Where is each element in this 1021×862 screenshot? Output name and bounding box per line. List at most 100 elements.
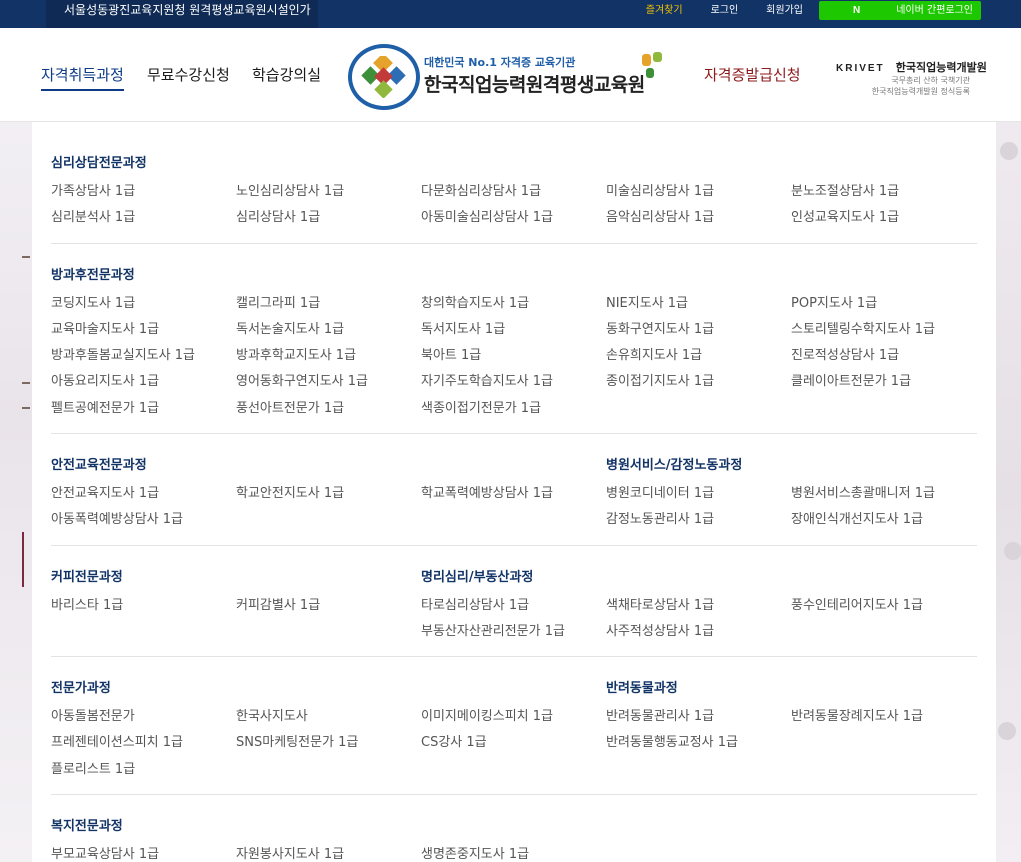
nav-free-enroll[interactable]: 무료수강신청 [147,64,230,85]
krivet-brand: KRIVET [836,63,885,74]
main-header: 자격취득과정 무료수강신청 학습강의실 대한민국 No.1 자격증 교육기관 한… [0,28,1021,122]
section-divider [51,794,977,795]
login-link[interactable]: 로그인 [711,0,739,22]
course-link[interactable]: 반려동물장례지도사 1급 [791,705,923,724]
course-link[interactable]: 방과후돌봄교실지도사 1급 [51,344,195,363]
course-link[interactable]: 펠트공예전문가 1급 [51,397,159,416]
favorites-link[interactable]: 즐겨찾기 [646,0,683,22]
section-title-expert: 전문가과정 [51,681,111,696]
course-link[interactable]: 아동돌봄전문가 [51,705,135,724]
naver-icon: N [852,4,861,16]
krivet-sub1: 국무총리 산하 국책기관 [891,76,970,85]
course-link[interactable]: 학교폭력예방상담사 1급 [421,482,553,501]
course-link[interactable]: 병원코디네이터 1급 [606,482,714,501]
course-link[interactable]: 영어동화구연지도사 1급 [236,370,368,389]
logo-mosaic-icon [361,56,406,98]
nav-classroom[interactable]: 학습강의실 [252,64,321,85]
course-link[interactable]: 장애인식개선지도사 1급 [791,508,923,527]
course-link[interactable]: 아동폭력예방상담사 1급 [51,508,183,527]
course-link[interactable]: 캘리그라피 1급 [236,292,320,311]
krivet-brand-kr: 한국직업능력개발원 [895,61,987,74]
course-link[interactable]: 색종이접기전문가 1급 [421,397,541,416]
course-link[interactable]: 창의학습지도사 1급 [421,292,529,311]
course-link[interactable]: 바리스타 1급 [51,594,123,613]
course-link[interactable]: SNS마케팅전문가 1급 [236,731,358,750]
course-link[interactable]: 부동산자산관리전문가 1급 [421,620,565,639]
course-link[interactable]: 프레젠테이션스피치 1급 [51,731,183,750]
menu-section-psych: 심리상담전문과정 가족상담사 1급 노인심리상담사 1급 다문화심리상담사 1급… [51,152,977,252]
banner-fragment [22,532,26,587]
course-link[interactable]: 클레이아트전문가 1급 [791,370,911,389]
course-link[interactable]: 노인심리상담사 1급 [236,180,344,199]
facility-notice: 서울성동광진교육지원청 원격평생교육원시설인가 [46,0,318,28]
course-link[interactable]: 독서논술지도사 1급 [236,318,344,337]
krivet-sub2: 한국직업능력개발원 정식등록 [871,87,970,96]
course-link[interactable]: 감정노동관리사 1급 [606,508,714,527]
course-link[interactable]: NIE지도사 1급 [606,292,688,311]
course-link[interactable]: 병원서비스총괄매니저 1급 [791,482,935,501]
course-link[interactable]: 반려동물행동교정사 1급 [606,731,738,750]
section-title-coffee: 커피전문과정 [51,570,123,585]
course-link[interactable]: 코딩지도사 1급 [51,292,135,311]
course-link[interactable]: 음악심리상담사 1급 [606,206,714,225]
section-divider [51,243,977,244]
section-divider [51,656,977,657]
course-link[interactable]: 스토리텔링수학지도사 1급 [791,318,935,337]
logo-tagline: 대한민국 No.1 자격증 교육기관 [424,56,576,69]
course-link[interactable]: 다문화심리상담사 1급 [421,180,541,199]
course-link[interactable]: 자원봉사지도사 1급 [236,843,344,862]
course-link[interactable]: CS강사 1급 [421,731,487,750]
naver-login-button[interactable]: N 네이버 간편로그인 [818,1,981,20]
course-link[interactable]: 사주적성상담사 1급 [606,620,714,639]
course-link[interactable]: 아동요리지도사 1급 [51,370,159,389]
course-link[interactable]: 북아트 1급 [421,344,481,363]
course-link[interactable]: POP지도사 1급 [791,292,877,311]
section-title: 심리상담전문과정 [51,156,147,171]
menu-section-coffee-fortune: 커피전문과정 명리심리/부동산과정 바리스타 1급 커피감별사 1급 타로심리상… [51,566,977,658]
banner-decoration [1000,142,1018,160]
course-link[interactable]: 반려동물관리사 1급 [606,705,714,724]
course-link[interactable]: 안전교육지도사 1급 [51,482,159,501]
course-link[interactable]: 플로리스트 1급 [51,758,135,777]
course-link[interactable]: 이미지메이킹스피치 1급 [421,705,553,724]
banner-fragment [22,407,30,409]
background-banner-right [996,122,1021,862]
banner-decoration [998,722,1016,740]
course-link[interactable]: 미술심리상담사 1급 [606,180,714,199]
course-link[interactable]: 가족상담사 1급 [51,180,135,199]
course-link[interactable]: 교육마술지도사 1급 [51,318,159,337]
course-link[interactable]: 색채타로상담사 1급 [606,594,714,613]
nav-certificate-request[interactable]: 자격증발급신청 [704,64,801,85]
course-link[interactable]: 커피감별사 1급 [236,594,320,613]
course-link[interactable]: 종이접기지도사 1급 [606,370,714,389]
course-link[interactable]: 타로심리상담사 1급 [421,594,529,613]
logo-title[interactable]: 한국직업능력원격평생교육원 [424,70,645,97]
course-link[interactable]: 아동미술심리상담사 1급 [421,206,553,225]
course-link[interactable]: 독서지도사 1급 [421,318,505,337]
course-link[interactable]: 심리상담사 1급 [236,206,320,225]
nav-courses[interactable]: 자격취득과정 [41,64,124,91]
menu-section-welfare: 복지전문과정 부모교육상담사 1급 자원봉사지도사 1급 생명존중지도사 1급 [51,815,977,862]
krivet-logo: KRIVET 한국직업능력개발원 국무총리 산하 국책기관 한국직업능력개발원 … [836,56,996,104]
course-link[interactable]: 분노조절상담사 1급 [791,180,899,199]
course-link[interactable]: 손유희지도사 1급 [606,344,702,363]
section-divider [51,545,977,546]
course-link[interactable]: 자기주도학습지도사 1급 [421,370,553,389]
section-divider [51,433,977,434]
course-link[interactable]: 한국사지도사 [236,705,308,724]
naver-login-label: 네이버 간편로그인 [896,4,973,16]
course-link[interactable]: 진로적성상담사 1급 [791,344,899,363]
course-link[interactable]: 풍선아트전문가 1급 [236,397,344,416]
course-link[interactable]: 학교안전지도사 1급 [236,482,344,501]
menu-section-safety-hospital: 안전교육전문과정 병원서비스/감정노동과정 안전교육지도사 1급 학교안전지도사… [51,454,977,546]
course-link[interactable]: 풍수인테리어지도사 1급 [791,594,923,613]
course-link[interactable]: 부모교육상담사 1급 [51,843,159,862]
course-link[interactable]: 동화구연지도사 1급 [606,318,714,337]
section-title-hospital: 병원서비스/감정노동과정 [606,458,743,473]
course-link[interactable]: 심리분석사 1급 [51,206,135,225]
signup-link[interactable]: 회원가입 [766,0,803,22]
course-link[interactable]: 생명존중지도사 1급 [421,843,529,862]
course-link[interactable]: 방과후학교지도사 1급 [236,344,356,363]
institute-logo-icon[interactable] [348,44,420,110]
course-link[interactable]: 인성교육지도사 1급 [791,206,899,225]
